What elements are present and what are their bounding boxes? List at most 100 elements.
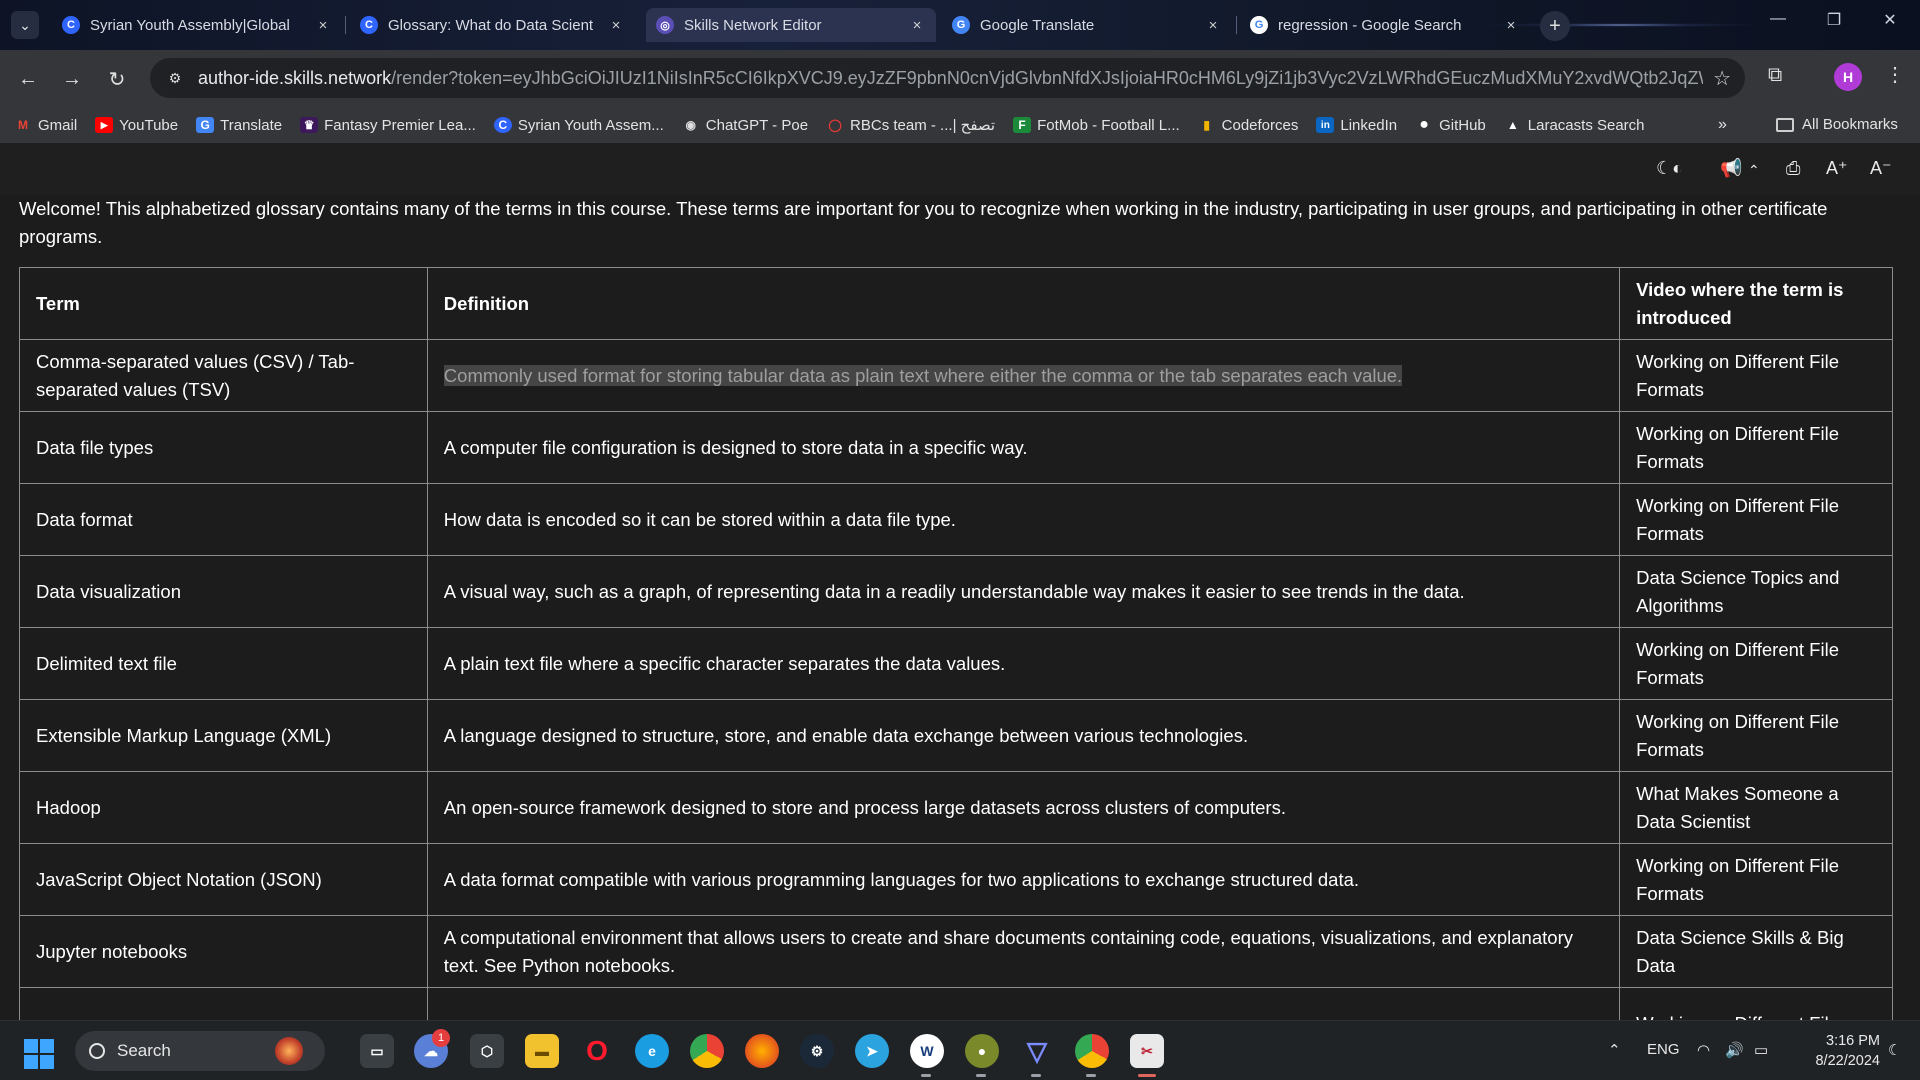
opera-icon[interactable]: O xyxy=(580,1034,614,1068)
bookmark-linkedin[interactable]: in LinkedIn xyxy=(1316,117,1397,134)
github-icon: ● xyxy=(1419,116,1429,133)
all-bookmarks-button[interactable]: All Bookmarks xyxy=(1776,116,1898,133)
bookmark-fantasy-premier-league[interactable]: ♛ Fantasy Premier Lea... xyxy=(300,117,476,134)
search-icon xyxy=(89,1043,105,1059)
definition-cell: A data format compatible with various pr… xyxy=(426,843,1621,916)
wifi-icon[interactable]: ◠ xyxy=(1697,1041,1710,1059)
maximize-button[interactable]: ❐ xyxy=(1814,10,1854,30)
tab-syrian-youth-assembly[interactable]: C Syrian Youth Assembly|Global × xyxy=(52,8,342,42)
bookmark-rbcs-team[interactable]: ◯ RBCs team - ...| تصفح xyxy=(826,116,995,134)
bookmark-syrian-youth-assembly[interactable]: C Syrian Youth Assem... xyxy=(493,117,664,134)
profile-avatar[interactable]: H xyxy=(1834,63,1862,91)
youtube-icon: ▶ xyxy=(95,117,114,133)
poe-icon: ◉ xyxy=(685,118,696,132)
video-cell: What Makes Someone a Data Scientist xyxy=(1619,771,1893,844)
close-icon[interactable]: × xyxy=(908,17,926,34)
notifications-moon-icon[interactable]: ☾ xyxy=(1888,1041,1901,1059)
forward-button[interactable]: → xyxy=(58,65,86,93)
minimize-button[interactable]: — xyxy=(1758,10,1798,28)
address-bar[interactable]: ⚙ author-ide.skills.network/render?token… xyxy=(150,58,1745,98)
telegram-icon[interactable]: ➤ xyxy=(855,1034,889,1068)
bookmark-label: Translate xyxy=(220,116,283,134)
browser-menu-icon[interactable]: ⋮ xyxy=(1885,62,1905,87)
coursera-icon: C xyxy=(493,117,512,133)
font-decrease-icon[interactable]: A⁻ xyxy=(1870,158,1892,179)
search-highlight-icon xyxy=(275,1037,303,1065)
tab-search-button[interactable]: ⌄ xyxy=(11,11,39,39)
tab-google-search[interactable]: G regression - Google Search × xyxy=(1240,8,1530,42)
term-cell xyxy=(19,987,428,1020)
definition-cell: An open-source framework designed to sto… xyxy=(426,771,1621,844)
window-close-button[interactable]: ✕ xyxy=(1870,10,1910,30)
tab-skills-network-editor[interactable]: ◎ Skills Network Editor × xyxy=(646,8,936,42)
running-indicator xyxy=(976,1074,986,1077)
language-indicator[interactable]: ENG xyxy=(1647,1041,1680,1058)
file-explorer-icon[interactable]: ▬ xyxy=(525,1034,559,1068)
close-icon[interactable]: × xyxy=(1502,17,1520,34)
bookmark-laracasts[interactable]: ▲ Laracasts Search xyxy=(1504,117,1645,134)
dark-mode-toggle-icon[interactable]: ☾◐ xyxy=(1656,158,1683,179)
page-tools-bar xyxy=(0,143,1920,197)
coursera-icon: C xyxy=(360,16,378,34)
close-icon[interactable]: × xyxy=(1204,17,1222,34)
back-button[interactable]: ← xyxy=(14,65,42,93)
print-icon[interactable]: ⎙ xyxy=(1786,158,1800,179)
volume-icon[interactable]: 🔊 xyxy=(1725,1041,1744,1059)
url-text[interactable]: author-ide.skills.network/render?token=e… xyxy=(198,68,1703,89)
video-cell: Working on Different File Formats xyxy=(1619,699,1893,772)
bookmark-gmail[interactable]: M Gmail xyxy=(14,117,77,134)
tray-overflow-chevron-icon[interactable]: ⌃ xyxy=(1608,1041,1621,1059)
opera-icon: ◯ xyxy=(828,118,842,132)
font-increase-icon[interactable]: A⁺ xyxy=(1826,158,1848,179)
close-icon[interactable]: × xyxy=(607,17,625,34)
task-view-icon[interactable]: ▭ xyxy=(360,1034,394,1068)
bookmark-github[interactable]: ● GitHub xyxy=(1415,116,1486,134)
system-clock[interactable]: 3:16 PM 8/22/2024 xyxy=(1790,1031,1880,1071)
bookmark-chatgpt-poe[interactable]: ◉ ChatGPT - Poe xyxy=(682,117,809,134)
bookmark-star-icon[interactable]: ☆ xyxy=(1713,66,1731,91)
taskbar-search-box[interactable]: Search xyxy=(75,1031,325,1071)
collapse-up-icon[interactable]: ⌃ xyxy=(1748,162,1760,179)
clock-date: 8/22/2024 xyxy=(1815,1053,1880,1069)
bookmarks-overflow-chevron-icon[interactable]: » xyxy=(1718,116,1727,134)
table-row: Working on Different File xyxy=(19,987,1893,1020)
bookmark-label: GitHub xyxy=(1439,116,1486,134)
app-hexagon-icon[interactable]: ⬡ xyxy=(470,1034,504,1068)
video-cell: Working on Different File Formats xyxy=(1619,483,1893,556)
close-icon[interactable]: × xyxy=(314,17,332,34)
selected-text[interactable]: Commonly used format for storing tabular… xyxy=(443,364,1403,386)
word-app-icon[interactable]: W xyxy=(910,1034,944,1068)
vpn-app-icon[interactable]: ▽ xyxy=(1020,1034,1054,1068)
windows-start-icon[interactable] xyxy=(24,1039,54,1069)
definition-cell xyxy=(426,987,1621,1020)
tab-title: Syrian Youth Assembly|Global xyxy=(90,16,290,34)
chrome-icon[interactable] xyxy=(690,1034,724,1068)
premier-league-icon: ♛ xyxy=(300,117,319,133)
game-app-icon[interactable]: ● xyxy=(965,1034,999,1068)
bookmark-fotmob[interactable]: F FotMob - Football L... xyxy=(1013,117,1180,134)
google-icon: G xyxy=(1250,16,1268,34)
site-settings-icon[interactable]: ⚙ xyxy=(164,67,186,89)
glossary-table: Term Definition Video where the term is … xyxy=(19,267,1893,1020)
tab-title: Google Translate xyxy=(980,16,1095,34)
windows-taskbar: Search ▭ ☁ 1 ⬡ ▬ O e ⚙ ➤ W ● ▽ ✂ ⌃ ENG ◠… xyxy=(0,1020,1920,1080)
bookmark-youtube[interactable]: ▶ YouTube xyxy=(95,117,178,134)
codeforces-icon: ▮ xyxy=(1203,118,1210,132)
reload-button[interactable]: ↻ xyxy=(103,65,131,93)
steam-icon[interactable]: ⚙ xyxy=(800,1034,834,1068)
edge-icon[interactable]: e xyxy=(635,1034,669,1068)
snipping-tool-icon[interactable]: ✂ xyxy=(1130,1034,1164,1068)
announcement-icon[interactable]: 📢 xyxy=(1720,158,1742,179)
chrome-profile-icon[interactable] xyxy=(1075,1034,1109,1068)
laracasts-icon: ▲ xyxy=(1506,118,1519,132)
bookmark-codeforces[interactable]: ▮ Codeforces xyxy=(1198,117,1298,134)
running-indicator xyxy=(921,1074,931,1077)
firefox-icon[interactable] xyxy=(745,1034,779,1068)
tab-glossary[interactable]: C Glossary: What do Data Scient × xyxy=(350,8,635,42)
tab-google-translate[interactable]: G Google Translate × xyxy=(942,8,1232,42)
linkedin-icon: in xyxy=(1316,117,1335,133)
extensions-puzzle-icon[interactable]: ⧉ xyxy=(1768,64,1782,87)
battery-icon[interactable]: ▭ xyxy=(1754,1041,1768,1059)
new-tab-button[interactable]: + xyxy=(1540,11,1570,41)
bookmark-translate[interactable]: G Translate xyxy=(196,117,282,134)
